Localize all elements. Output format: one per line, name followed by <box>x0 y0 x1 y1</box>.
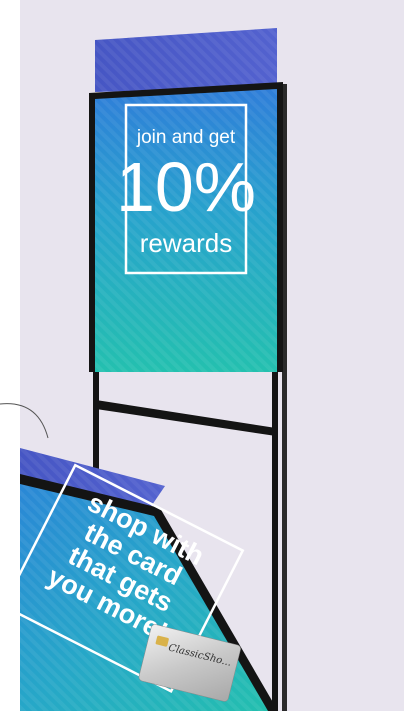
sign-illustration: join and get 10% rewards shop with the c… <box>0 0 404 711</box>
sign-scene: join and get 10% rewards shop with the c… <box>0 0 404 711</box>
back-sign-right-leg <box>272 340 278 711</box>
back-sign-big-number: 10% <box>116 148 256 226</box>
back-sign-line1: join and get <box>136 127 236 148</box>
back-sign-line3: rewards <box>140 228 232 258</box>
